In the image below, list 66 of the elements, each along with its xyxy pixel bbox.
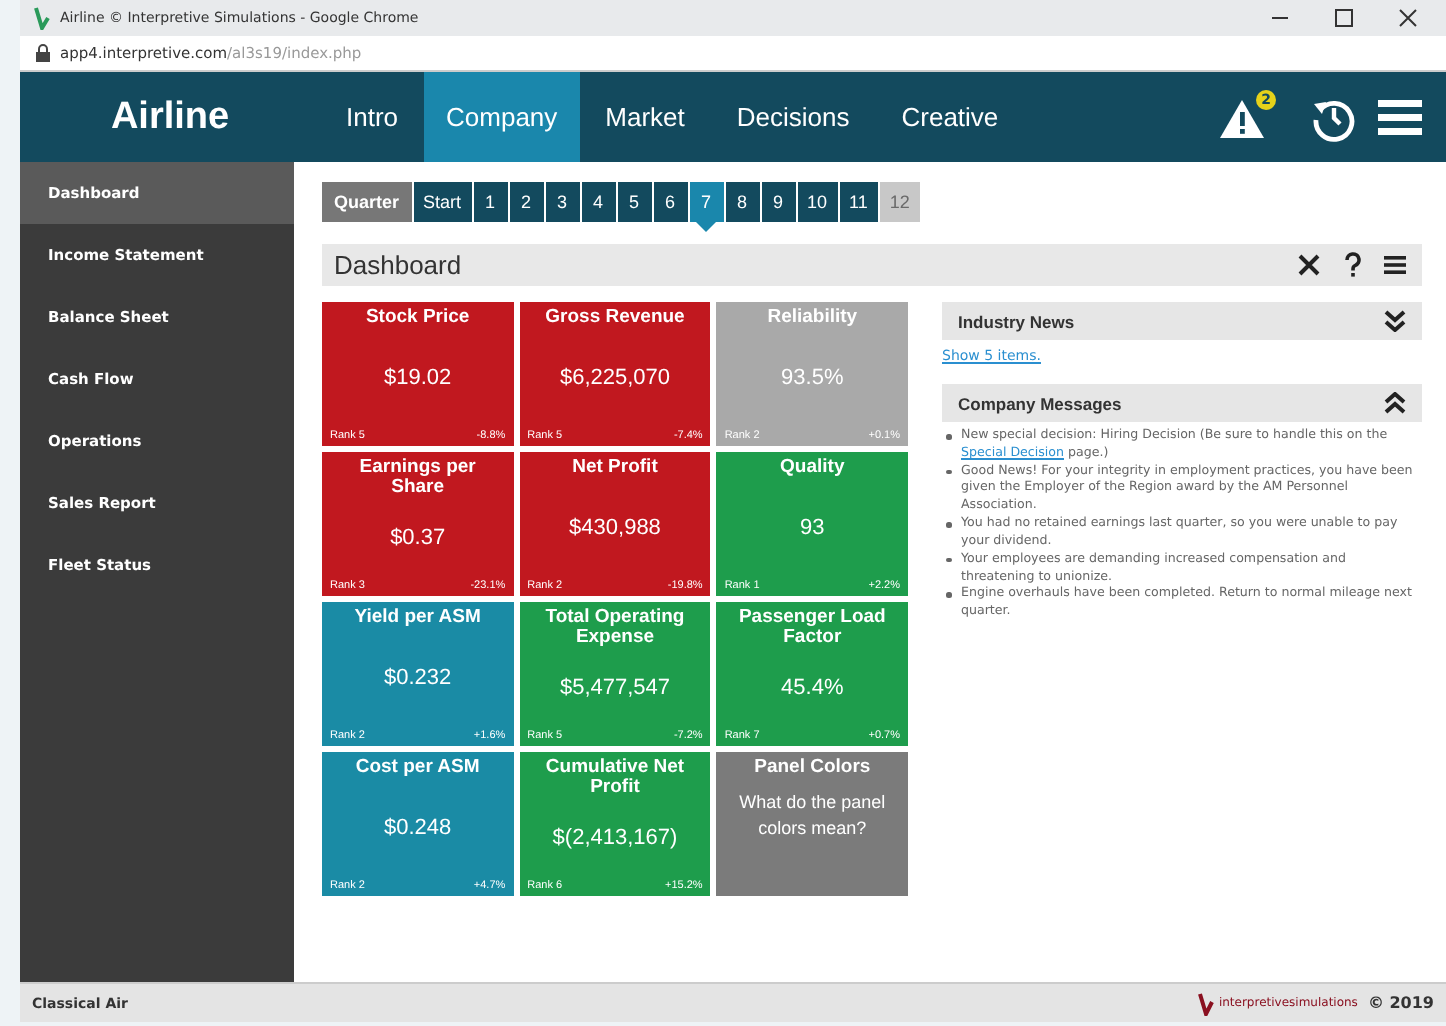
tile-value: $0.232 — [384, 664, 452, 695]
pointer-icon — [696, 222, 717, 232]
tile-text: What do the panel colors mean? — [737, 789, 888, 841]
tile-value: $6,225,070 — [559, 364, 671, 395]
tile-value: 93 — [800, 514, 825, 545]
bullet-icon — [946, 592, 951, 598]
tile-value: $430,988 — [569, 514, 661, 545]
tile-value: $(2,413,167) — [552, 824, 678, 855]
menu-icon[interactable] — [1378, 97, 1422, 137]
tile-title: Cumulative Net Profit — [543, 758, 687, 798]
quarter-tab[interactable]: 8 — [725, 182, 760, 222]
bullet-icon — [946, 469, 951, 475]
quarter-tab[interactable]: 2 — [509, 182, 544, 222]
tile-title: Passenger Load Factor — [736, 608, 888, 648]
tile-value: $5,477,547 — [559, 674, 671, 705]
bullet-icon — [946, 557, 951, 563]
quarter-tab[interactable]: 3 — [545, 182, 580, 222]
quarter-tab[interactable]: 6 — [653, 182, 688, 222]
quarter-tab[interactable]: Start — [413, 182, 472, 222]
copyright-text: © 2019 — [1367, 994, 1434, 1012]
app-icon — [32, 6, 52, 30]
tile-title: Reliability — [767, 308, 858, 328]
tile-value: 45.4% — [781, 674, 844, 705]
quarter-label: Quarter — [322, 182, 412, 222]
brand-title: Airline — [108, 95, 232, 139]
bullet-icon — [946, 522, 951, 528]
tile-title: Total Operating Expense — [543, 608, 687, 648]
chevron-icon[interactable] — [1384, 310, 1406, 332]
dashboard-title: Dashboard — [334, 250, 462, 280]
tile-value: $19.02 — [384, 364, 452, 395]
logo-icon — [1198, 991, 1215, 1015]
quarter-tab[interactable]: 4 — [581, 182, 616, 222]
quarter-tab[interactable]: 10 — [797, 182, 838, 222]
panel-title: Company Messages — [958, 393, 1122, 413]
help-icon[interactable] — [1344, 252, 1362, 278]
warning-icon[interactable] — [1218, 95, 1266, 139]
nav-tab[interactable]: Decisions — [710, 72, 876, 162]
nav-tab[interactable]: Market — [579, 72, 711, 162]
nav-tab[interactable]: Company — [424, 72, 580, 162]
tile-title: Cost per ASM — [355, 758, 480, 778]
tile-title: Earnings per Share — [357, 458, 478, 498]
bullet-icon — [946, 434, 951, 439]
tile-value: $0.37 — [390, 524, 446, 555]
panel-header[interactable]: Industry News — [942, 302, 1422, 340]
menu-icon[interactable] — [1384, 254, 1406, 276]
lock-icon — [36, 44, 50, 62]
quarter-tab[interactable]: 9 — [761, 182, 796, 222]
chevron-icon[interactable] — [1384, 392, 1406, 414]
tile-title: Gross Revenue — [545, 308, 685, 328]
quarter-tab[interactable]: 5 — [617, 182, 652, 222]
tile-value: 93.5% — [781, 364, 844, 395]
tile-title: Panel Colors — [754, 758, 871, 778]
tile-title: Stock Price — [365, 308, 470, 328]
tile-title: Yield per ASM — [354, 608, 481, 628]
nav-tab[interactable]: Creative — [875, 72, 1025, 162]
nav-tab[interactable]: Intro — [320, 72, 425, 162]
metric-tile[interactable]: Panel Colors What do the panel colors mean? — [716, 752, 908, 896]
quarter-tab[interactable]: 11 — [839, 182, 878, 222]
quarter-tab[interactable]: 1 — [473, 182, 508, 222]
tile-title: Net Profit — [572, 458, 658, 478]
maximize-icon[interactable] — [1334, 8, 1354, 28]
panel-title: Industry News — [958, 311, 1075, 331]
tile-value: $0.248 — [384, 814, 452, 845]
panel-header[interactable]: Company Messages — [942, 384, 1422, 422]
tile-title: Quality — [780, 458, 845, 478]
close-icon[interactable] — [1398, 8, 1418, 28]
